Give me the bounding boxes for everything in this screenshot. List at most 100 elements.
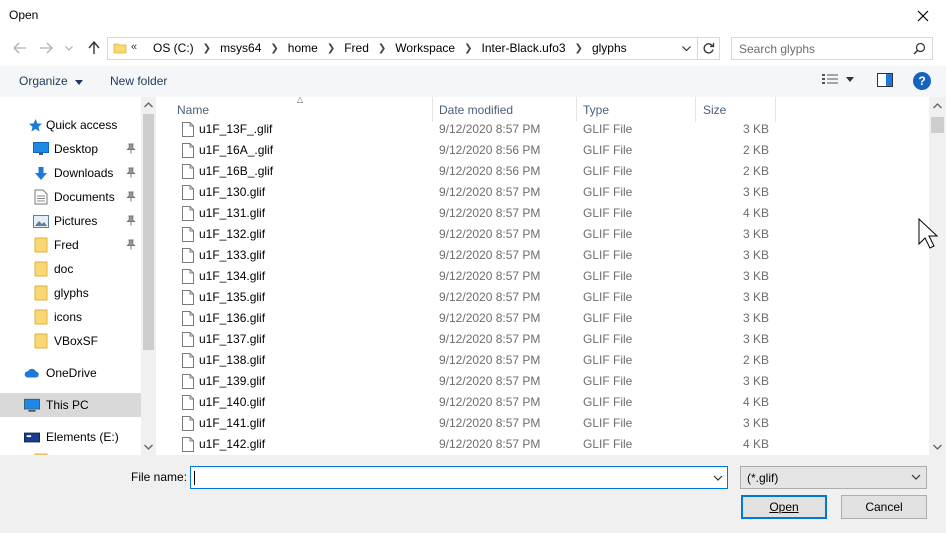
file-icon — [182, 290, 194, 305]
breadcrumb-separator-icon[interactable]: ❯ — [374, 43, 390, 54]
breadcrumb-separator-icon[interactable]: ❯ — [266, 43, 282, 54]
folder-icon — [33, 237, 49, 253]
nav-elements-drive[interactable]: Elements (E:) — [0, 425, 141, 449]
preview-pane-button[interactable] — [877, 73, 893, 90]
forward-button[interactable] — [38, 40, 54, 56]
address-bar[interactable]: « OS (C:) ❯ msys64 ❯ home ❯ Fred ❯ Works… — [107, 37, 720, 60]
nav-scrollbar[interactable] — [141, 97, 156, 455]
breadcrumb-item[interactable]: glyphs — [587, 41, 632, 55]
file-type: GLIF File — [583, 164, 633, 178]
pin-icon — [126, 167, 136, 181]
breadcrumb-separator-icon[interactable]: ❯ — [571, 43, 587, 54]
nav-item-desktop[interactable]: Desktop — [0, 137, 141, 161]
file-date: 9/12/2020 8:56 PM — [439, 164, 541, 178]
file-row[interactable]: u1F_16B_.glif 9/12/2020 8:56 PM GLIF File 2… — [157, 161, 929, 182]
breadcrumb-separator-icon[interactable]: ❯ — [199, 43, 215, 54]
navigation-pane: Quick access Desktop Downloads Documents… — [0, 97, 156, 455]
file-name-label: File name: — [131, 470, 188, 484]
file-icon — [182, 248, 194, 263]
nav-item-doc[interactable]: doc — [0, 257, 141, 281]
file-row[interactable]: u1F_135.glif 9/12/2020 8:57 PM GLIF File 3 … — [157, 287, 929, 308]
nav-scrollbar-thumb[interactable] — [143, 114, 154, 350]
file-row[interactable]: u1F_132.glif 9/12/2020 8:57 PM GLIF File 3 … — [157, 224, 929, 245]
column-header-label: Date modified — [439, 102, 514, 117]
file-type: GLIF File — [583, 122, 633, 136]
nav-item-vboxsf[interactable]: VBoxSF — [0, 329, 141, 353]
file-row[interactable]: u1F_137.glif 9/12/2020 8:57 PM GLIF File 3 … — [157, 329, 929, 350]
refresh-button[interactable] — [697, 38, 719, 59]
file-name: u1F_136.glif — [199, 311, 266, 325]
nav-item-icons[interactable]: icons — [0, 305, 141, 329]
breadcrumb-item[interactable]: home — [283, 41, 323, 55]
nav-label: Downloads — [54, 166, 114, 180]
breadcrumb-item[interactable]: Inter-Black.ufo3 — [477, 41, 571, 55]
download-icon — [33, 165, 49, 181]
file-row[interactable]: u1F_142.glif 9/12/2020 8:57 PM GLIF File 4 … — [157, 434, 929, 455]
file-icon — [182, 269, 194, 284]
search-box[interactable] — [731, 37, 933, 60]
file-name-combobox[interactable] — [190, 466, 728, 489]
file-name-input[interactable] — [195, 470, 705, 485]
folder-icon — [33, 285, 49, 301]
nav-this-pc[interactable]: This PC — [0, 393, 141, 417]
file-row[interactable]: u1F_140.glif 9/12/2020 8:57 PM GLIF File 4 … — [157, 392, 929, 413]
nav-onedrive[interactable]: OneDrive — [0, 361, 141, 385]
breadcrumb-item[interactable]: OS (C:) — [148, 41, 199, 55]
file-row[interactable]: u1F_130.glif 9/12/2020 8:57 PM GLIF File 3 … — [157, 182, 929, 203]
breadcrumb-item[interactable]: Fred — [339, 41, 374, 55]
close-icon — [917, 10, 929, 21]
back-button[interactable] — [12, 40, 28, 56]
file-row[interactable]: u1F_133.glif 9/12/2020 8:57 PM GLIF File 3 … — [157, 245, 929, 266]
search-icon[interactable] — [913, 42, 926, 58]
nav-item-downloads[interactable]: Downloads — [0, 161, 141, 185]
file-row[interactable]: u1F_136.glif 9/12/2020 8:57 PM GLIF File 3 … — [157, 308, 929, 329]
file-size: 2 KB — [742, 143, 769, 157]
title-bar: Open — [0, 0, 946, 31]
file-size: 2 KB — [742, 353, 769, 367]
up-button[interactable] — [86, 40, 102, 56]
change-view-button[interactable] — [822, 73, 854, 85]
file-size: 3 KB — [742, 269, 769, 283]
file-name: u1F_131.glif — [199, 206, 266, 220]
nav-quick-access[interactable]: Quick access — [0, 113, 141, 137]
file-list-scrollbar[interactable] — [929, 97, 946, 455]
scroll-down-icon — [933, 444, 942, 450]
help-button[interactable]: ? — [913, 72, 931, 90]
nav-label: This PC — [46, 398, 89, 412]
file-icon — [182, 374, 194, 389]
nav-item-pictures[interactable]: Pictures — [0, 209, 141, 233]
recent-locations-button[interactable] — [64, 40, 74, 56]
breadcrumb-item[interactable]: Workspace — [390, 41, 460, 55]
caret-down-icon — [75, 80, 84, 85]
close-button[interactable] — [900, 0, 946, 31]
file-row[interactable]: u1F_131.glif 9/12/2020 8:57 PM GLIF File 4 … — [157, 203, 929, 224]
file-date: 9/12/2020 8:57 PM — [439, 122, 541, 136]
file-icon — [182, 353, 194, 368]
open-button[interactable]: Open — [741, 495, 827, 519]
breadcrumb-item[interactable]: msys64 — [215, 41, 266, 55]
file-row[interactable]: u1F_138.glif 9/12/2020 8:57 PM GLIF File 2 … — [157, 350, 929, 371]
address-history-button[interactable] — [677, 38, 695, 59]
nav-item-fred[interactable]: Fred — [0, 233, 141, 257]
file-row[interactable]: u1F_139.glif 9/12/2020 8:57 PM GLIF File 3 … — [157, 371, 929, 392]
breadcrumb-separator-icon[interactable]: ❯ — [323, 43, 339, 54]
search-input[interactable] — [739, 41, 909, 56]
file-type-dropdown[interactable]: (*.glif) — [740, 466, 927, 489]
file-type: GLIF File — [583, 269, 633, 283]
arrow-right-icon — [40, 42, 53, 54]
file-row[interactable]: u1F_134.glif 9/12/2020 8:57 PM GLIF File 3 … — [157, 266, 929, 287]
file-type: GLIF File — [583, 437, 633, 451]
cancel-button[interactable]: Cancel — [841, 495, 927, 519]
overflow-chevron[interactable]: « — [131, 41, 137, 53]
file-row[interactable]: u1F_16A_.glif 9/12/2020 8:56 PM GLIF File 2… — [157, 140, 929, 161]
nav-item-documents[interactable]: Documents — [0, 185, 141, 209]
file-row[interactable]: u1F_13F_.glif 9/12/2020 8:57 PM GLIF File 3… — [157, 119, 929, 140]
file-list-scrollbar-thumb[interactable] — [931, 117, 944, 133]
nav-item-glyphs[interactable]: glyphs — [0, 281, 141, 305]
open-button-label: Open — [769, 500, 799, 514]
file-row[interactable]: u1F_141.glif 9/12/2020 8:57 PM GLIF File 3 … — [157, 413, 929, 434]
file-name: u1F_137.glif — [199, 332, 266, 346]
organize-menu[interactable]: Organize — [19, 74, 84, 88]
new-folder-button[interactable]: New folder — [110, 74, 167, 88]
breadcrumb-separator-icon[interactable]: ❯ — [460, 43, 476, 54]
